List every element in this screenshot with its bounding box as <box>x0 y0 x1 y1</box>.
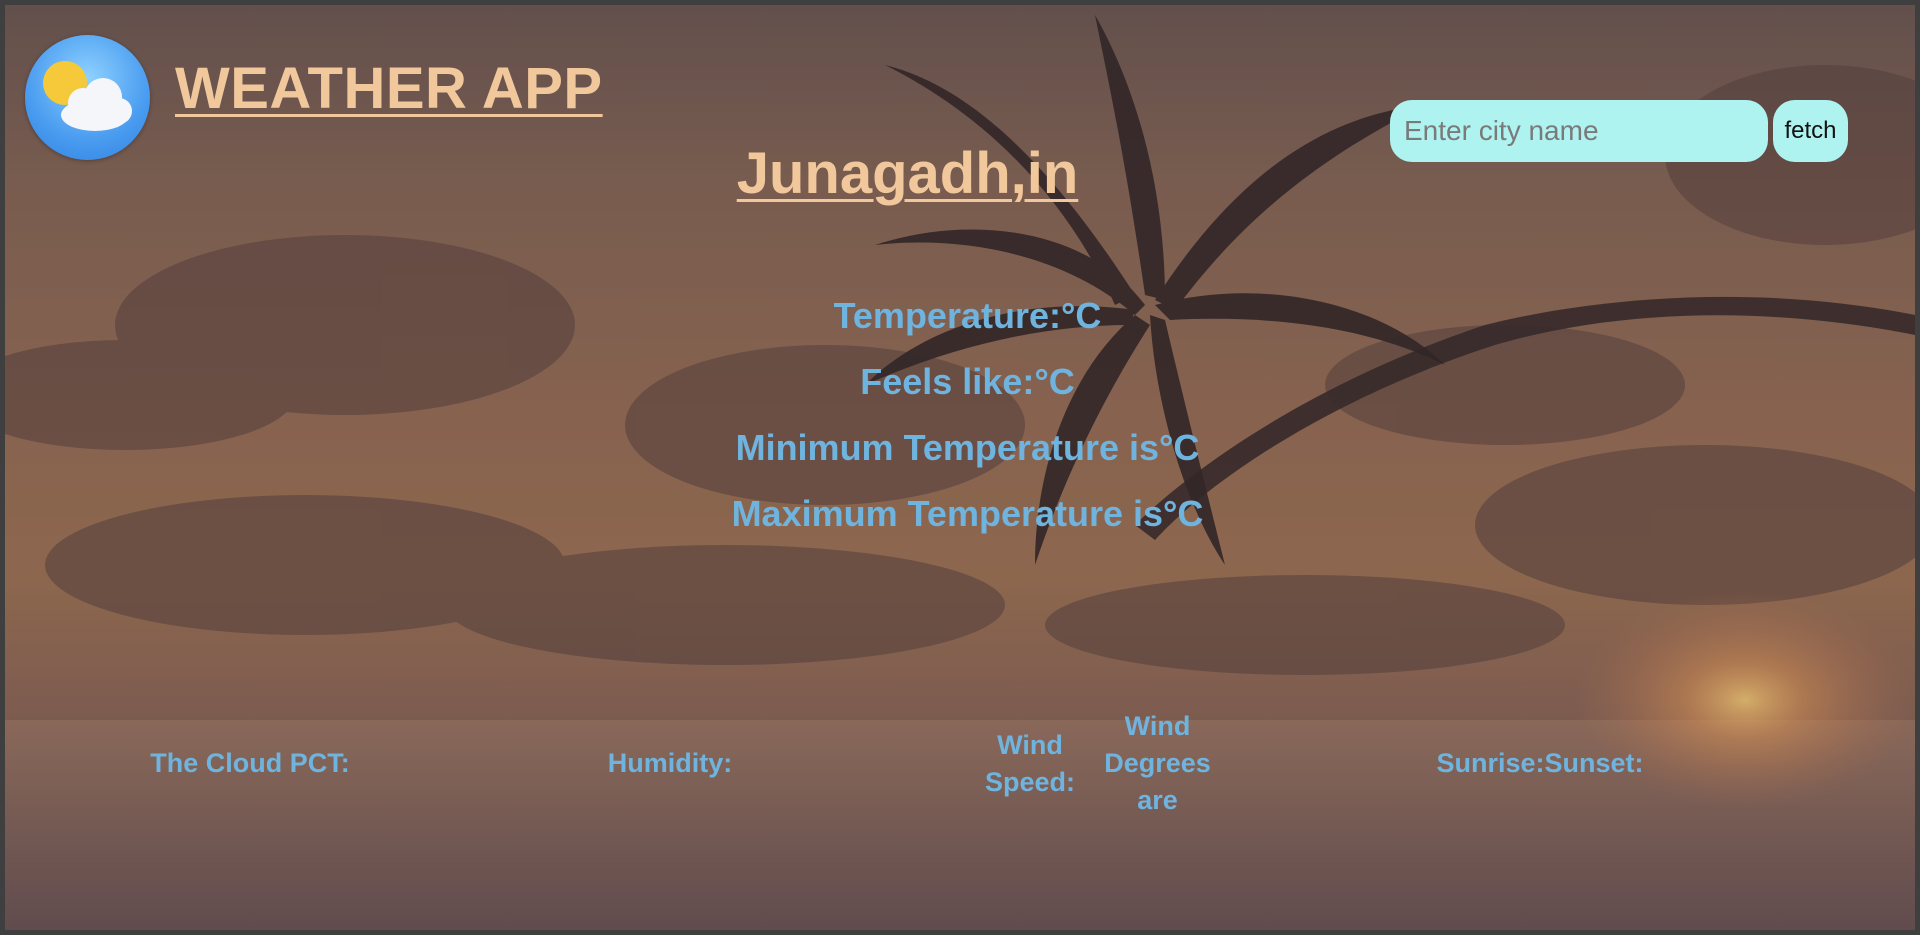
city-title[interactable]: Junagadh,in <box>645 140 1170 207</box>
app-window: WEATHER APP Junagadh,in fetch Temperatur… <box>0 0 1920 935</box>
weather-logo-icon <box>25 35 150 160</box>
feels-like-text: Feels like:°C <box>860 361 1075 402</box>
city-search-input[interactable] <box>1390 100 1768 162</box>
humidity-text: Humidity: <box>607 748 733 778</box>
fetch-button[interactable]: fetch <box>1773 100 1848 162</box>
cloud-pct-text: The Cloud PCT: <box>150 748 350 778</box>
sunrise-sunset-text: Sunrise:Sunset: <box>1436 748 1644 778</box>
sun-cloud-icon <box>43 61 132 131</box>
temperature-text: Temperature:°C <box>833 295 1102 336</box>
min-temperature-text: Minimum Temperature is°C <box>735 427 1200 468</box>
wind-degrees-text: Wind Degrees are <box>1104 711 1211 815</box>
app-title[interactable]: WEATHER APP <box>175 55 603 122</box>
wind-speed-text: Wind Speed: <box>984 730 1076 797</box>
max-temperature-text: Maximum Temperature is°C <box>731 493 1204 534</box>
